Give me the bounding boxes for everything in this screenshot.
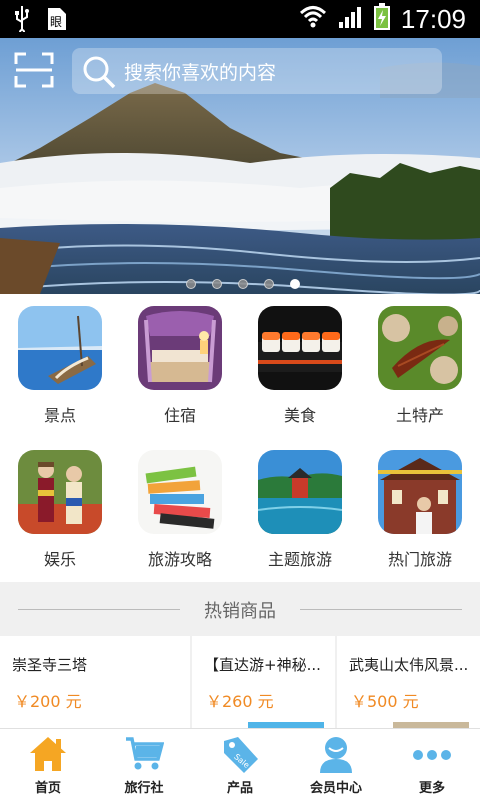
carousel-dot[interactable] [238,279,248,289]
tab-label: 更多 [418,781,445,796]
travel-guide-icon [138,450,222,534]
scan-button[interactable] [14,52,54,88]
home-icon [30,737,66,771]
tab-label: 会员中心 [309,781,362,796]
food-icon [258,306,342,390]
battery-charging-icon [373,3,391,35]
popular-tour-icon [378,450,462,534]
status-bar: 眼 17:09 [0,0,480,38]
tab-home[interactable]: 首页 [0,729,96,800]
tab-member-center[interactable]: 会员中心 [288,729,384,800]
more-icon [413,750,451,760]
svg-text:眼: 眼 [50,15,62,29]
category-theme-tour[interactable]: 主题旅游 [240,438,360,582]
signal-icon [337,4,363,34]
category-label: 热门旅游 [387,550,452,569]
search-icon [83,56,116,89]
hot-section-header: 热销商品 [0,582,480,636]
category-label: 主题旅游 [267,550,332,569]
product-price: ￥260 元 [206,692,274,711]
cart-icon [126,737,164,770]
debug-icon: 眼 [46,6,68,36]
tab-label: 旅行社 [124,781,164,796]
banner-carousel[interactable]: 搜索你喜欢的内容 [0,38,480,294]
category-label: 美食 [283,406,316,425]
category-local-specialty[interactable]: 土特产 [360,294,480,438]
category-grid: 景点 住宿 美食 土特产 娱乐 旅游攻略 主题旅游 热门旅游 [0,294,480,582]
product-name: 武夷山太伟风景... [349,656,469,674]
category-label: 娱乐 [43,550,76,569]
usb-icon [14,6,30,36]
product-name: 【直达游+神秘... [204,656,321,674]
category-label: 景点 [43,406,76,425]
tab-label: 产品 [226,781,253,796]
product-card[interactable]: 武夷山太伟风景... ￥500 元 [337,636,480,728]
category-label: 土特产 [395,406,444,425]
wifi-icon [299,4,327,34]
carousel-dot[interactable] [186,279,196,289]
search-input[interactable]: 搜索你喜欢的内容 [72,48,442,94]
hot-section-title: 热销商品 [204,601,276,622]
theme-tour-icon [258,450,342,534]
carousel-dot[interactable] [264,279,274,289]
tab-label: 首页 [34,781,61,796]
scenic-spot-icon [18,306,102,390]
divider [300,609,462,610]
product-card[interactable]: 崇圣寺三塔 ￥200 元 [0,636,190,728]
carousel-dot-active[interactable] [290,279,300,289]
sale-tag-icon: Sale [224,737,258,773]
tab-travel-agency[interactable]: 旅行社 [96,729,192,800]
product-name: 崇圣寺三塔 [12,656,88,674]
product-price: ￥200 元 [14,692,82,711]
category-accommodation[interactable]: 住宿 [120,294,240,438]
status-time: 17:09 [400,4,466,34]
scan-icon [14,52,54,88]
carousel-indicator [186,279,300,289]
hot-products: 崇圣寺三塔 ￥200 元 【直达游+神秘... ￥260 元 武夷山太伟风景..… [0,636,480,728]
category-label: 旅游攻略 [147,550,212,569]
product-price: ￥500 元 [351,692,419,711]
category-scenic-spot[interactable]: 景点 [0,294,120,438]
member-icon [320,737,352,773]
accommodation-icon [138,306,222,390]
category-food[interactable]: 美食 [240,294,360,438]
category-popular-tour[interactable]: 热门旅游 [360,438,480,582]
category-entertainment[interactable]: 娱乐 [0,438,120,582]
category-travel-guide[interactable]: 旅游攻略 [120,438,240,582]
app-screen: 眼 17:09 搜索你喜欢的内容 景点 住宿 美食 土特产 娱乐 旅游攻略 主题… [0,0,480,800]
product-card[interactable]: 【直达游+神秘... ￥260 元 [192,636,335,728]
entertainment-icon [18,450,102,534]
carousel-dot[interactable] [212,279,222,289]
category-label: 住宿 [163,406,196,425]
search-placeholder: 搜索你喜欢的内容 [124,62,277,84]
tab-more[interactable]: 更多 [384,729,480,800]
local-specialty-icon [378,306,462,390]
tab-products[interactable]: Sale 产品 [192,729,288,800]
bottom-tab-bar: 首页 旅行社 Sale 产品 会员中心 更多 [0,728,480,800]
